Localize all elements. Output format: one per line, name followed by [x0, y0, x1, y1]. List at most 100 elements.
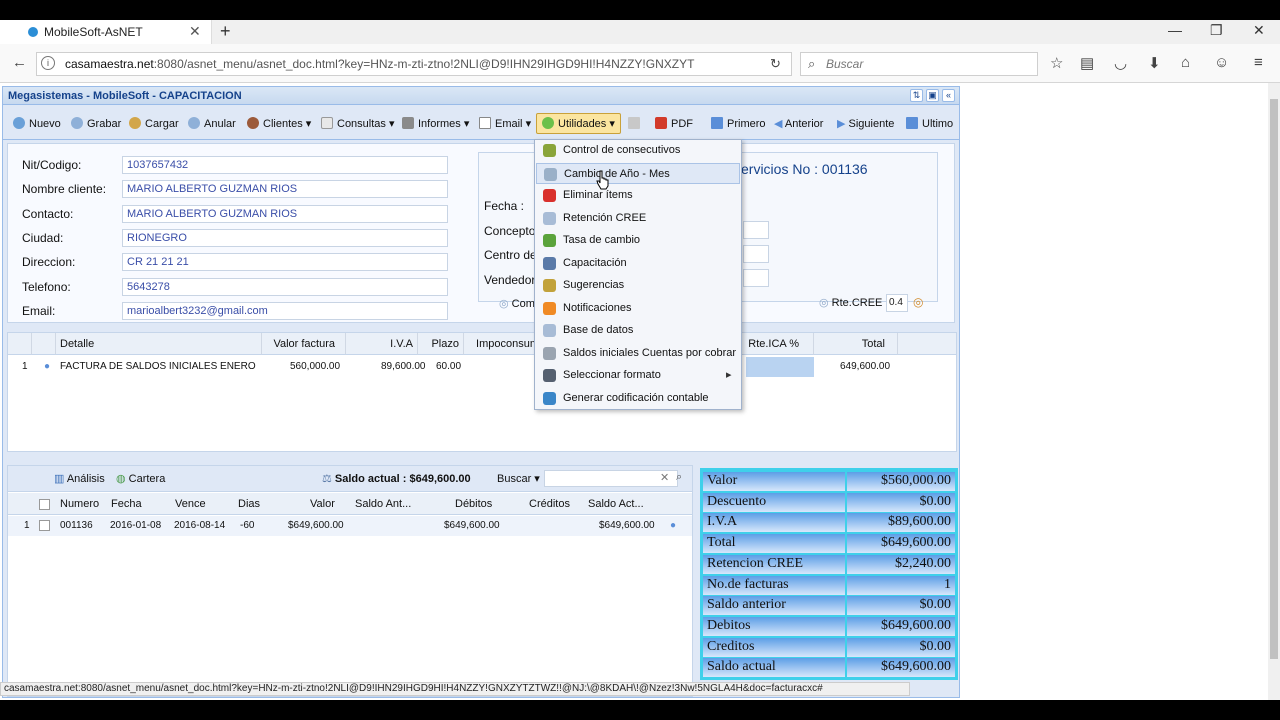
centro-field[interactable] — [743, 245, 769, 263]
scrollbar-thumb[interactable] — [1270, 99, 1278, 659]
browser-tab[interactable]: MobileSoft-AsNET ✕ — [0, 20, 212, 44]
pocket-icon[interactable]: ◡ — [1114, 54, 1127, 72]
email-button[interactable]: Email ▾ — [479, 117, 531, 130]
tab-analisis[interactable]: ▥ Análisis — [54, 472, 105, 485]
reading-list-icon[interactable]: ▤ — [1080, 54, 1094, 72]
menu-item[interactable]: Control de consecutivos — [536, 140, 740, 161]
buscar-button[interactable]: Buscar ▾ — [497, 472, 540, 485]
header-creditos[interactable]: Créditos — [529, 498, 570, 510]
concepto-field[interactable] — [743, 221, 769, 239]
rte-cree-field[interactable]: 0.4 — [886, 294, 908, 312]
print-icon[interactable]: ▣ — [926, 89, 939, 102]
reload-icon[interactable]: ↻ — [770, 56, 781, 72]
anular-button[interactable]: Anular — [188, 117, 236, 130]
menu-item[interactable]: Seleccionar formato ▸ — [536, 365, 740, 386]
direccion-field[interactable]: CR 21 21 21 — [122, 253, 448, 271]
menu-item[interactable]: Generar codificación contable — [536, 388, 740, 409]
clientes-button[interactable]: Clientes ▾ — [247, 117, 311, 130]
cartera-row[interactable]: 1 001136 2016-01-08 2016-08-14 -60 $649,… — [8, 516, 692, 536]
close-tab-icon[interactable]: ✕ — [189, 23, 201, 40]
search-input[interactable]: ⌕ Buscar — [800, 52, 1038, 76]
info-icon[interactable]: i — [41, 56, 55, 70]
grid-row-total[interactable]: 649,600.00 — [840, 361, 890, 372]
informes-button[interactable]: Informes ▾ — [402, 117, 469, 130]
menu-item[interactable]: Saldos iniciales Cuentas por cobrar — [536, 343, 740, 364]
chat-icon[interactable]: ☺ — [1214, 54, 1229, 71]
cartera-search-input[interactable] — [544, 470, 678, 487]
menu-item[interactable]: Notificaciones — [536, 298, 740, 319]
grid-row-plazo[interactable]: 60.00 — [436, 361, 461, 372]
grid-header-valor[interactable]: Valor factura — [262, 333, 346, 355]
header-valor[interactable]: Valor — [310, 498, 335, 510]
header-dias[interactable]: Dias — [238, 498, 260, 510]
bookmark-star-icon[interactable]: ☆ — [1050, 54, 1063, 72]
nombre-field[interactable]: MARIO ALBERTO GUZMAN RIOS — [122, 180, 448, 198]
back-icon[interactable]: ← — [12, 54, 27, 71]
clear-search-icon[interactable]: ✕ — [660, 471, 669, 484]
pdf-button[interactable]: PDF — [655, 117, 693, 130]
grid-row-iva[interactable]: 89,600.00 — [381, 361, 426, 372]
row-checkbox[interactable] — [39, 520, 50, 531]
grid-header-plazo[interactable]: Plazo — [418, 333, 464, 355]
siguiente-button[interactable]: ▶ Siguiente — [837, 117, 894, 130]
header-vence[interactable]: Vence — [175, 498, 206, 510]
ciudad-field[interactable]: RIONEGRO — [122, 229, 448, 247]
row-dot-icon[interactable]: ● — [670, 520, 676, 531]
summary-value: $649,600.00 — [847, 658, 955, 678]
close-window-icon[interactable]: ✕ — [1253, 22, 1265, 39]
header-debitos[interactable]: Débitos — [455, 498, 492, 510]
new-tab-icon[interactable]: + — [220, 21, 231, 42]
nit-field[interactable]: 1037657432 — [122, 156, 448, 174]
consultas-button[interactable]: Consultas ▾ — [321, 117, 395, 130]
last-icon — [906, 117, 918, 129]
comi-button[interactable]: ◎ Comi — [499, 297, 537, 310]
envelope-icon — [479, 117, 491, 129]
menu-item[interactable]: Retención CREE — [536, 208, 740, 229]
grid-row-valor[interactable]: 560,000.00 — [290, 361, 340, 372]
vertical-scrollbar[interactable] — [1268, 83, 1280, 700]
grid-header-total[interactable]: Total — [814, 333, 898, 355]
header-saldo-ant[interactable]: Saldo Ant... — [355, 498, 411, 510]
rte-cree-calc-icon[interactable]: ◎ — [913, 295, 923, 309]
restore-icon[interactable]: ❐ — [1210, 22, 1223, 39]
menu-item-label: Saldos iniciales Cuentas por cobrar — [563, 346, 737, 359]
grid-header-detalle[interactable]: Detalle — [56, 333, 262, 355]
menu-icon[interactable]: ≡ — [1254, 54, 1263, 71]
search-icon[interactable]: ⌕ — [676, 471, 682, 484]
contacto-field[interactable]: MARIO ALBERTO GUZMAN RIOS — [122, 205, 448, 223]
nuevo-button[interactable]: Nuevo — [13, 117, 61, 130]
calculator-button[interactable] — [628, 117, 644, 130]
email-field[interactable]: marioalbert3232@gmail.com — [122, 302, 448, 320]
minimize-icon[interactable]: — — [1168, 22, 1182, 38]
anterior-button[interactable]: ◀ Anterior — [774, 117, 823, 130]
telefono-field[interactable]: 5643278 — [122, 278, 448, 296]
collapse-icon[interactable]: « — [942, 89, 955, 102]
menu-item[interactable]: Sugerencias — [536, 275, 740, 296]
home-icon[interactable]: ⌂ — [1181, 54, 1190, 71]
header-numero[interactable]: Numero — [60, 498, 99, 510]
menu-item[interactable]: Capacitación — [536, 253, 740, 274]
refresh-icon[interactable]: ⇅ — [910, 89, 923, 102]
header-fecha[interactable]: Fecha — [111, 498, 142, 510]
row-dot-icon[interactable]: ● — [44, 361, 50, 372]
menu-item[interactable]: Eliminar ítems — [536, 185, 740, 206]
url-bar[interactable]: i casamaestra.net:8080/asnet_menu/asnet_… — [36, 52, 792, 76]
download-icon[interactable]: ⬇ — [1148, 54, 1161, 72]
menu-item[interactable]: Base de datos — [536, 320, 740, 341]
vendedor-field[interactable] — [743, 269, 769, 287]
utilidades-button[interactable]: Utilidades ▾ — [536, 113, 621, 134]
vendedor-label: Vendedor: — [484, 273, 539, 287]
selected-cell[interactable] — [746, 357, 814, 377]
grid-row-detalle[interactable]: FACTURA DE SALDOS INICIALES ENERO — [60, 361, 256, 372]
primero-button[interactable]: Primero — [711, 117, 766, 130]
grabar-button[interactable]: Grabar — [71, 117, 121, 130]
grid-header-iva[interactable]: I.V.A — [346, 333, 418, 355]
select-all-checkbox[interactable] — [39, 499, 50, 510]
cargar-button[interactable]: Cargar — [129, 117, 179, 130]
ultimo-button[interactable]: Ultimo — [906, 117, 953, 130]
menu-item[interactable]: Tasa de cambio — [536, 230, 740, 251]
tab-cartera[interactable]: ◍ Cartera — [116, 472, 165, 485]
menu-item[interactable]: Cambio de Año - Mes — [536, 162, 740, 184]
header-saldo-act[interactable]: Saldo Act... — [588, 498, 644, 510]
grid-header-impoconsumo[interactable]: Impoconsum — [464, 333, 544, 355]
